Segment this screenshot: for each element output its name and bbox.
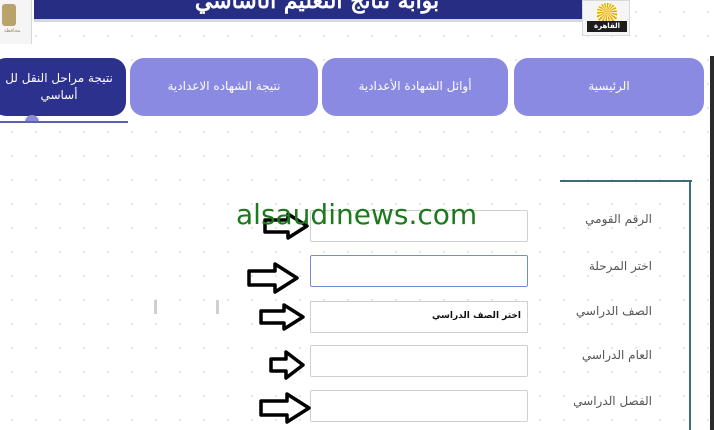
term-select[interactable] <box>310 390 528 422</box>
right-logo: القاهرة <box>582 0 630 36</box>
national-id-label: الرقم القومي <box>585 212 652 226</box>
stage-select[interactable] <box>310 255 528 287</box>
tab-prep-certificate-label: نتيجة الشهاده الاعدادية <box>167 79 281 94</box>
sun-icon <box>597 3 617 21</box>
left-logo-text: محافظة <box>4 28 21 34</box>
form-panel-border-top <box>560 180 692 182</box>
tab-home-label: الرئيسية <box>588 79 630 94</box>
emblem-icon <box>2 4 16 26</box>
form-panel-border-side <box>689 180 691 430</box>
tab-transfer-label-line2: أساسي <box>40 88 78 102</box>
tab-transfer-label-line1: نتيجة مراحل النقل لل <box>5 70 113 85</box>
right-logo-text: القاهرة <box>587 21 627 32</box>
header-banner: بوابة نتائج التعليم الأساسي <box>34 0 600 22</box>
tab-top-students[interactable]: أوائل الشهادة الأعدادية <box>322 58 508 116</box>
tab-prep-certificate-result[interactable]: نتيجة الشهاده الاعدادية <box>130 58 318 116</box>
arrow-right-icon <box>247 262 299 294</box>
decorative-mark <box>154 300 157 314</box>
decorative-mark <box>216 300 219 314</box>
arrow-right-icon <box>269 350 305 380</box>
tab-home[interactable]: الرئيسية <box>514 58 704 116</box>
arrow-right-icon <box>259 392 311 424</box>
tab-top-students-label: أوائل الشهادة الأعدادية <box>358 79 472 94</box>
active-tab-underline <box>0 121 128 123</box>
watermark-text: alsaudinews.com <box>236 198 478 231</box>
year-label: العام الدراسي <box>581 348 652 362</box>
stage-label: اختر المرحلة <box>588 259 652 273</box>
window-edge <box>710 56 714 430</box>
grade-label: الصف الدراسي <box>575 304 652 318</box>
arrow-right-icon <box>259 303 305 331</box>
left-logo: محافظة <box>0 0 32 44</box>
grade-select[interactable]: اختر الصف الدراسي <box>310 301 528 333</box>
year-select[interactable] <box>310 345 528 377</box>
term-label: الفصل الدراسي <box>573 394 652 408</box>
page-title: بوابة نتائج التعليم الأساسي <box>194 0 440 14</box>
tab-transfer-stages-result[interactable]: نتيجة مراحل النقل لل أساسي <box>0 58 126 116</box>
